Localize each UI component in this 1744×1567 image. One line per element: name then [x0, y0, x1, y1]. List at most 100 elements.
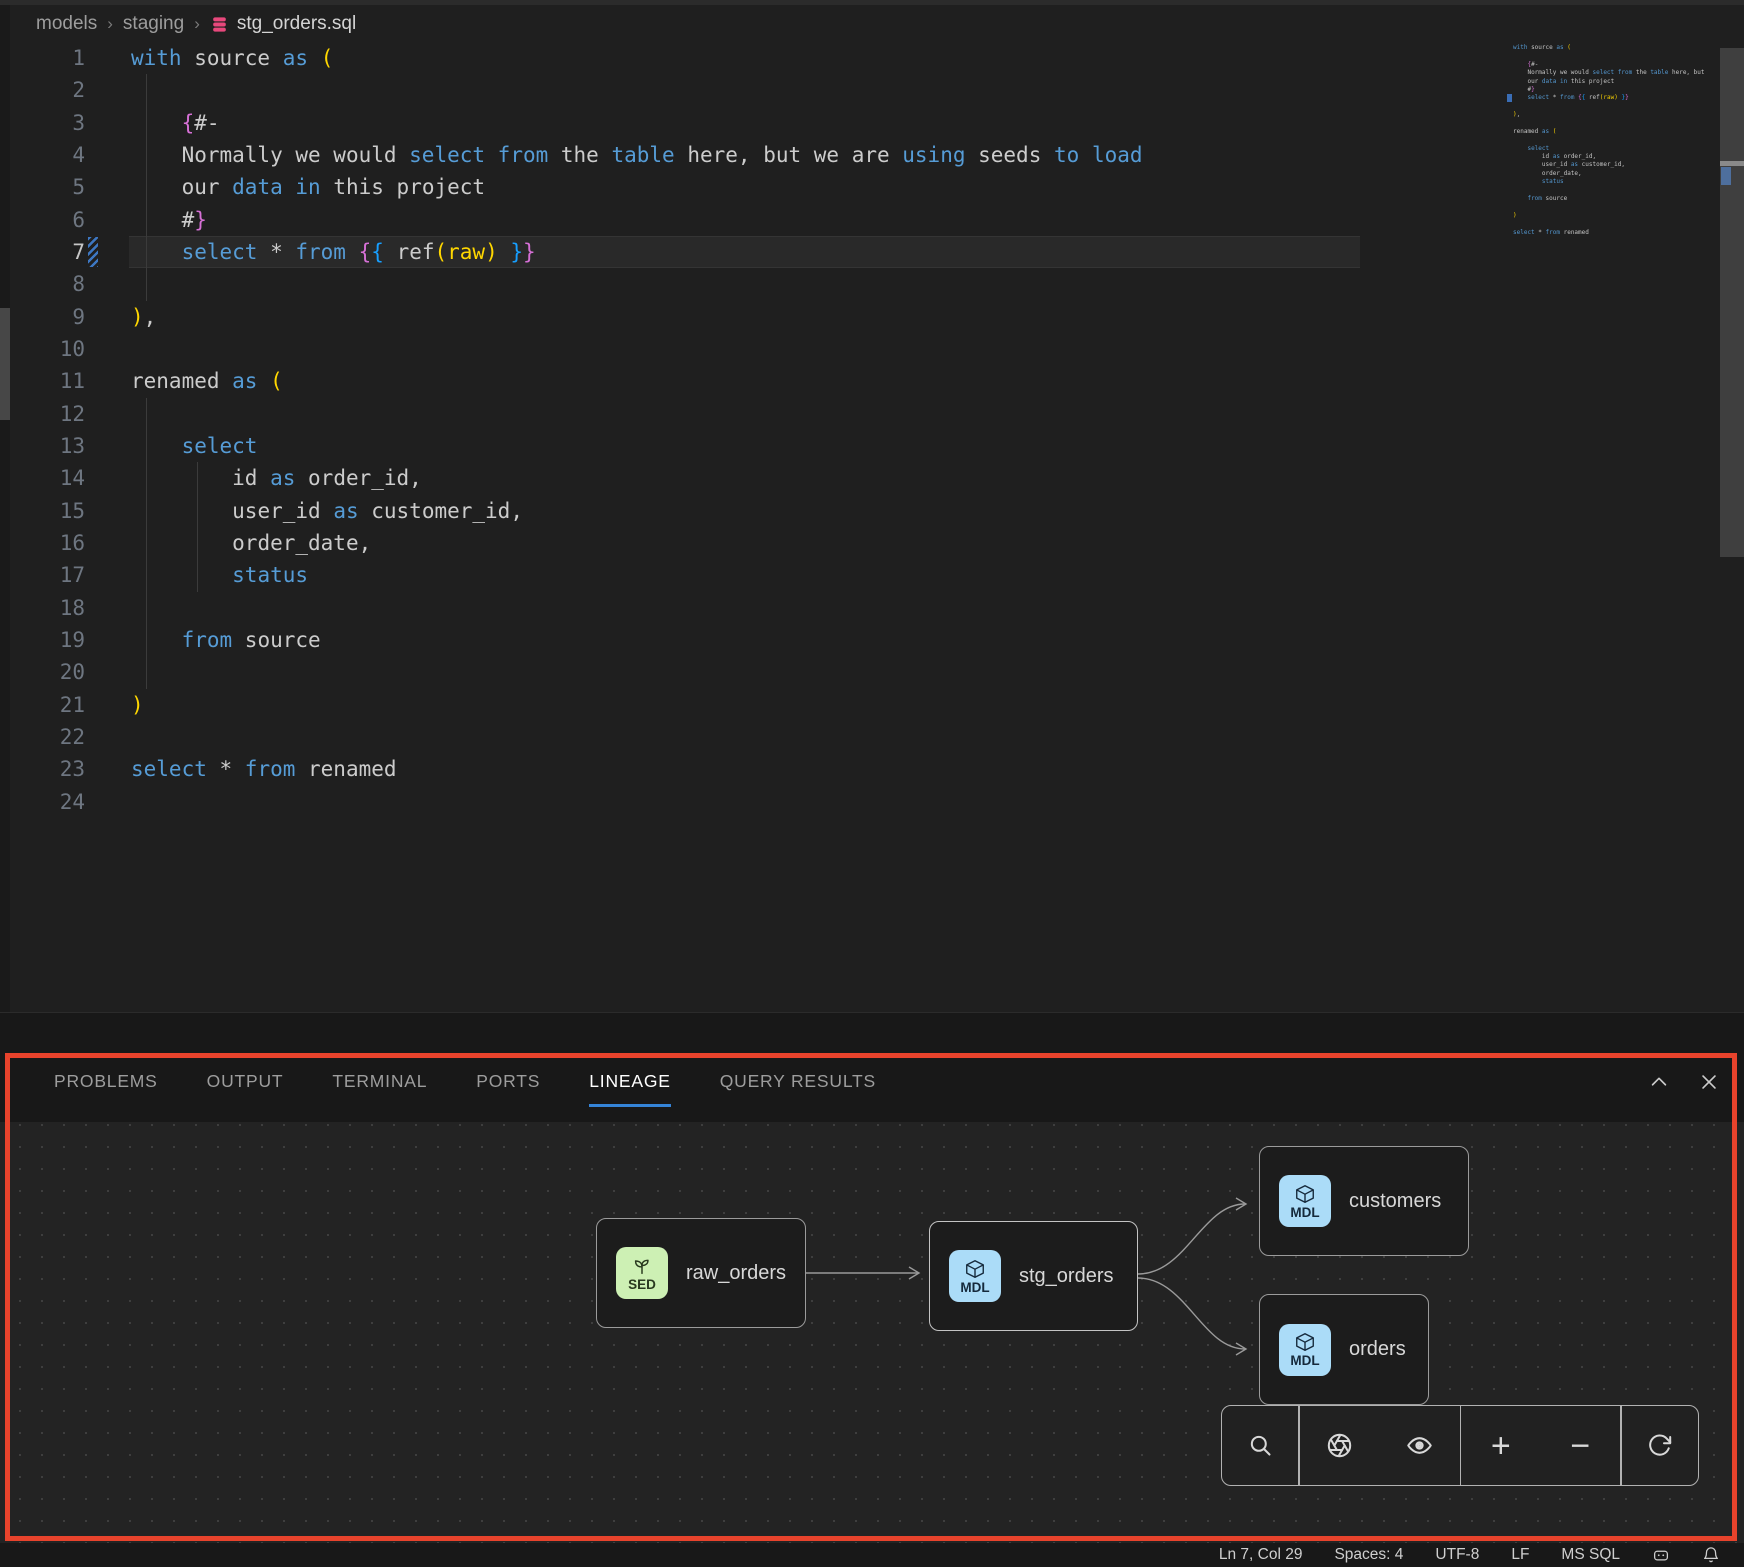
- line-number[interactable]: 20: [0, 660, 85, 684]
- breadcrumb-separator: ›: [194, 14, 200, 34]
- code-line[interactable]: 21): [0, 689, 1744, 721]
- line-text: select: [85, 434, 257, 458]
- code-line[interactable]: 5 our data in this project: [0, 171, 1744, 203]
- line-number[interactable]: 5: [0, 175, 85, 199]
- line-number[interactable]: 14: [0, 466, 85, 490]
- lineage-node-customers[interactable]: MDL customers: [1259, 1146, 1469, 1256]
- code-editor[interactable]: 1with source as ( 2 3 {#- 4 Normally we …: [0, 42, 1744, 818]
- code-line[interactable]: 20: [0, 656, 1744, 688]
- line-number[interactable]: 7: [0, 240, 85, 264]
- minimap[interactable]: with source as ( {#- Normally we would s…: [1513, 44, 1708, 344]
- node-badge-label: MDL: [1290, 1205, 1319, 1220]
- line-number[interactable]: 8: [0, 272, 85, 296]
- line-number[interactable]: 10: [0, 337, 85, 361]
- line-number[interactable]: 22: [0, 725, 85, 749]
- code-line[interactable]: 13 select: [0, 430, 1744, 462]
- code-line[interactable]: 23select * from renamed: [0, 753, 1744, 785]
- code-line[interactable]: 16 order_date,: [0, 527, 1744, 559]
- line-number[interactable]: 21: [0, 693, 85, 717]
- breadcrumb: models › staging › stg_orders.sql: [36, 10, 356, 38]
- code-line[interactable]: 8: [0, 268, 1744, 300]
- code-line[interactable]: 4 Normally we would select from the tabl…: [0, 139, 1744, 171]
- code-line[interactable]: 24: [0, 786, 1744, 818]
- line-number[interactable]: 9: [0, 305, 85, 329]
- bell-icon[interactable]: [1702, 1546, 1720, 1564]
- node-badge-label: MDL: [960, 1280, 989, 1295]
- code-line[interactable]: 18: [0, 592, 1744, 624]
- lineage-node-orders[interactable]: MDL orders: [1259, 1294, 1429, 1405]
- node-label: raw_orders: [686, 1262, 786, 1285]
- snapshot-button[interactable]: [1317, 1423, 1363, 1469]
- copilot-icon[interactable]: [1652, 1546, 1670, 1564]
- line-number[interactable]: 1: [0, 46, 85, 70]
- line-number[interactable]: 19: [0, 628, 85, 652]
- tab-output[interactable]: OUTPUT: [207, 1071, 284, 1107]
- code-line[interactable]: 12: [0, 398, 1744, 430]
- code-line[interactable]: 7 select * from {{ ref(raw) }}: [0, 236, 1744, 268]
- code-line[interactable]: 17 status: [0, 559, 1744, 591]
- status-bar: Ln 7, Col 29 Spaces: 4 UTF-8 LF MS SQL: [0, 1543, 1744, 1567]
- code-line[interactable]: 1with source as (: [0, 42, 1744, 74]
- line-number[interactable]: 6: [0, 208, 85, 232]
- visibility-button[interactable]: [1397, 1423, 1443, 1469]
- line-number[interactable]: 11: [0, 369, 85, 393]
- node-badge: MDL: [949, 1250, 1001, 1302]
- status-item-eol[interactable]: LF: [1511, 1546, 1529, 1564]
- code-line[interactable]: 6 #}: [0, 204, 1744, 236]
- line-number[interactable]: 18: [0, 596, 85, 620]
- status-item-cursor-position[interactable]: Ln 7, Col 29: [1219, 1546, 1303, 1564]
- tab-problems[interactable]: PROBLEMS: [54, 1071, 158, 1107]
- line-number[interactable]: 23: [0, 757, 85, 781]
- line-number[interactable]: 16: [0, 531, 85, 555]
- tab-terminal[interactable]: TERMINAL: [332, 1071, 427, 1107]
- status-item-indentation[interactable]: Spaces: 4: [1334, 1546, 1403, 1564]
- line-number[interactable]: 4: [0, 143, 85, 167]
- breadcrumb-file[interactable]: stg_orders.sql: [210, 13, 356, 35]
- line-number[interactable]: 24: [0, 790, 85, 814]
- status-item-encoding[interactable]: UTF-8: [1435, 1546, 1479, 1564]
- line-text: {#-: [85, 111, 220, 135]
- zoom-in-button[interactable]: +: [1478, 1423, 1524, 1469]
- chevron-up-icon[interactable]: [1648, 1071, 1670, 1093]
- line-number[interactable]: 2: [0, 78, 85, 102]
- code-line[interactable]: 11renamed as (: [0, 365, 1744, 397]
- code-line[interactable]: 9),: [0, 301, 1744, 333]
- code-line[interactable]: 2: [0, 74, 1744, 106]
- search-button[interactable]: [1237, 1423, 1283, 1469]
- line-text: id as order_id,: [85, 466, 422, 490]
- tab-query-results[interactable]: QUERY RESULTS: [720, 1071, 876, 1107]
- scrollbar-band: [1720, 161, 1744, 166]
- line-text: #}: [85, 208, 207, 232]
- line-text: our data in this project: [85, 175, 485, 199]
- code-line[interactable]: 3 {#-: [0, 107, 1744, 139]
- lineage-canvas[interactable]: SED raw_orders MDL stg_orders MDL custom…: [0, 1122, 1744, 1544]
- breadcrumb-item-models[interactable]: models: [36, 13, 97, 35]
- code-line[interactable]: 10: [0, 333, 1744, 365]
- node-badge: SED: [616, 1247, 668, 1299]
- lineage-node-raw_orders[interactable]: SED raw_orders: [596, 1218, 806, 1328]
- editor-tab-edge: [0, 0, 1744, 5]
- code-line[interactable]: 15 user_id as customer_id,: [0, 495, 1744, 527]
- line-number[interactable]: 17: [0, 563, 85, 587]
- editor-scrollbar[interactable]: [1720, 48, 1744, 557]
- close-icon[interactable]: [1698, 1071, 1720, 1093]
- line-number[interactable]: 3: [0, 111, 85, 135]
- status-item-language-mode[interactable]: MS SQL: [1561, 1546, 1620, 1564]
- code-line[interactable]: 22: [0, 721, 1744, 753]
- code-line[interactable]: 19 from source: [0, 624, 1744, 656]
- line-number[interactable]: 15: [0, 499, 85, 523]
- database-icon: [210, 15, 229, 34]
- tab-lineage[interactable]: LINEAGE: [589, 1071, 670, 1107]
- line-text: ),: [85, 305, 156, 329]
- node-label: customers: [1349, 1190, 1441, 1213]
- refresh-button[interactable]: [1637, 1423, 1683, 1469]
- line-number[interactable]: 13: [0, 434, 85, 458]
- breadcrumb-item-staging[interactable]: staging: [123, 13, 184, 35]
- lineage-node-stg_orders[interactable]: MDL stg_orders: [929, 1221, 1138, 1331]
- line-text: order_date,: [85, 531, 371, 555]
- zoom-out-button[interactable]: −: [1557, 1423, 1603, 1469]
- code-line[interactable]: 14 id as order_id,: [0, 462, 1744, 494]
- line-number[interactable]: 12: [0, 402, 85, 426]
- node-label: stg_orders: [1019, 1265, 1114, 1288]
- tab-ports[interactable]: PORTS: [476, 1071, 540, 1107]
